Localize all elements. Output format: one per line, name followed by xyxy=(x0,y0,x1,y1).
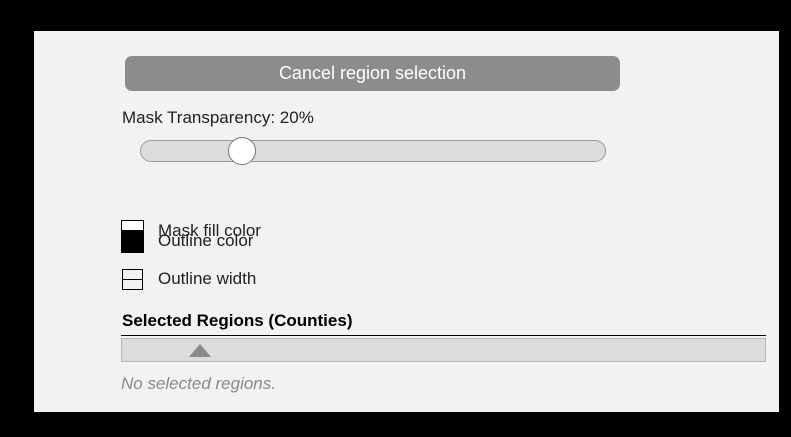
outline-color-option[interactable]: Outline color xyxy=(121,229,253,253)
slider-handle[interactable] xyxy=(228,137,257,165)
outline-color-label: Outline color xyxy=(158,231,254,250)
outline-width-option[interactable]: Outline width xyxy=(121,267,256,291)
outline-width-icon[interactable] xyxy=(122,268,143,290)
mask-transparency-label: Mask Transparency: 20% xyxy=(122,108,314,127)
window-frame: Cancel region selection Mask Transparenc… xyxy=(0,0,791,437)
cancel-region-selection-button[interactable]: Cancel region selection xyxy=(125,56,620,91)
triangle-up-icon[interactable] xyxy=(189,344,211,357)
divider xyxy=(121,335,766,336)
selected-regions-title: Selected Regions (Counties) xyxy=(122,311,353,330)
selected-regions-toggle-bar[interactable] xyxy=(121,338,766,362)
outline-width-label: Outline width xyxy=(158,269,257,288)
black-color-swatch-icon[interactable] xyxy=(121,229,144,253)
no-selected-regions-message: No selected regions. xyxy=(121,374,276,393)
region-selection-panel: Cancel region selection Mask Transparenc… xyxy=(34,31,779,412)
mask-transparency-slider[interactable] xyxy=(140,137,606,165)
